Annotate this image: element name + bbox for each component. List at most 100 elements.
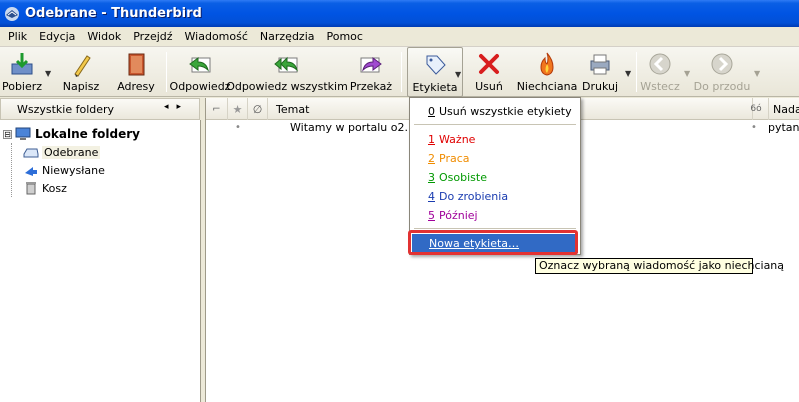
- tag-label: Etykieta: [412, 81, 458, 94]
- read-column-header[interactable]: 6ó: [746, 98, 766, 120]
- sender-column-header[interactable]: Nada: [768, 98, 799, 120]
- junk-label: Niechciana: [516, 80, 578, 93]
- inbox-icon: [23, 148, 39, 158]
- tag-dropdown-icon[interactable]: ▼: [455, 70, 461, 79]
- address-book-label: Adresy: [117, 80, 155, 93]
- menu-item-tag-personal[interactable]: 3 Osobiste: [411, 168, 579, 187]
- message-subject: Witamy w portalu o2.pl: [290, 121, 419, 134]
- menu-message[interactable]: Wiadomość: [179, 30, 254, 43]
- back-dropdown-icon[interactable]: ▼: [684, 69, 690, 78]
- folder-label: Kosz: [42, 181, 67, 195]
- menu-item-accesskey: 5: [428, 209, 435, 222]
- forward-icon: [360, 57, 382, 73]
- printer-icon: [590, 54, 610, 75]
- back-label: Wstecz: [640, 80, 680, 93]
- forward-nav-button[interactable]: Do przodu: [694, 47, 750, 97]
- print-label: Drukuj: [581, 80, 619, 93]
- address-book-icon: [128, 53, 145, 76]
- print-dropdown-icon[interactable]: ▼: [625, 69, 631, 78]
- folder-label: Lokalne foldery: [35, 127, 140, 141]
- reply-label: Odpowiedz: [169, 80, 231, 93]
- star-icon: ★: [232, 102, 243, 116]
- menu-go[interactable]: Przejdź: [127, 30, 178, 43]
- compose-button[interactable]: Napisz: [60, 47, 102, 97]
- folder-trash[interactable]: Kosz: [3, 179, 140, 197]
- subject-column-label: Temat: [276, 102, 310, 116]
- get-mail-button[interactable]: Pobierz: [2, 47, 42, 97]
- menu-item-tag-later[interactable]: 5 Później: [411, 206, 579, 225]
- delete-icon: [479, 54, 499, 74]
- tag-button[interactable]: Etykieta ▼: [407, 47, 463, 97]
- folder-outbox[interactable]: Niewysłane: [3, 161, 140, 179]
- menu-item-label: Osobiste: [439, 171, 487, 184]
- menu-separator: [414, 228, 576, 229]
- thread-column-header[interactable]: ⌐: [206, 98, 228, 120]
- reply-icon: [189, 57, 211, 73]
- forward-button[interactable]: Przekaż: [348, 47, 394, 97]
- menu-item-label: Usuń wszystkie etykiety: [439, 105, 572, 118]
- menu-separator: [414, 124, 576, 125]
- toolbar-separator: [636, 52, 637, 92]
- outbox-icon: [25, 167, 37, 176]
- pencil-icon: [74, 55, 91, 77]
- thread-icon: ⌐: [212, 103, 221, 115]
- tooltip: Oznacz wybraną wiadomość jako niechcianą: [535, 258, 784, 274]
- tag-icon: [426, 55, 446, 75]
- forward-nav-dropdown-icon[interactable]: ▼: [754, 69, 760, 78]
- back-button[interactable]: Wstecz: [640, 47, 680, 97]
- folder-tree: ⊟ Lokalne foldery Odebrane Niewysłane Ko…: [3, 125, 140, 197]
- menu-item-label: Do zrobienia: [439, 190, 509, 203]
- menu-item-label: Praca: [439, 152, 470, 165]
- read-dot-icon: •: [751, 122, 757, 133]
- address-book-button[interactable]: Adresy: [115, 47, 157, 97]
- menu-item-accesskey: 2: [428, 152, 435, 165]
- annotation-highlight-frame: [408, 230, 578, 255]
- menu-edit[interactable]: Edycja: [33, 30, 81, 43]
- toolbar-separator: [401, 52, 402, 92]
- menu-bar: Plik Edycja Widok Przejdź Wiadomość Narz…: [0, 27, 799, 47]
- reply-all-icon: [274, 56, 298, 73]
- main-toolbar: Pobierz ▼ Napisz Adresy Odpowiedz Odpowi…: [0, 47, 799, 97]
- forward-label: Przekaż: [349, 80, 393, 93]
- menu-item-label: Później: [439, 209, 478, 222]
- menu-item-accesskey: 3: [428, 171, 435, 184]
- forward-nav-label: Do przodu: [693, 80, 751, 93]
- reply-button[interactable]: Odpowiedz: [169, 47, 231, 97]
- message-sender: pytani: [768, 121, 799, 134]
- star-column-header[interactable]: ★: [228, 98, 248, 120]
- menu-item-label: Ważne: [439, 133, 476, 146]
- menu-tools[interactable]: Narzędzia: [254, 30, 321, 43]
- get-mail-dropdown-icon[interactable]: ▼: [45, 69, 51, 78]
- menu-file[interactable]: Plik: [2, 30, 33, 43]
- compose-label: Napisz: [62, 80, 100, 93]
- folder-local-folders[interactable]: ⊟ Lokalne foldery: [3, 125, 140, 143]
- folder-pane-header[interactable]: Wszystkie foldery ◂▸: [0, 98, 200, 120]
- reply-all-button[interactable]: Odpowiedz wszystkim: [226, 47, 348, 97]
- delete-button[interactable]: Usuń: [470, 47, 508, 97]
- menu-item-tag-important[interactable]: 1 Ważne: [411, 130, 579, 149]
- folder-inbox[interactable]: Odebrane: [3, 143, 140, 161]
- reply-all-label: Odpowiedz wszystkim: [226, 80, 348, 93]
- folder-label: Odebrane: [42, 145, 101, 159]
- menu-item-remove-all-tags[interactable]: 0 Usuń wszystkie etykiety: [411, 102, 579, 121]
- print-button[interactable]: Drukuj: [580, 47, 620, 97]
- collapse-icon[interactable]: ⊟: [3, 129, 12, 139]
- menu-item-accesskey: 0: [428, 105, 435, 118]
- read-status-icon: 6ó: [750, 104, 762, 114]
- menu-item-tag-todo[interactable]: 4 Do zrobienia: [411, 187, 579, 206]
- folder-label: Niewysłane: [42, 163, 105, 177]
- junk-button[interactable]: Niechciana: [516, 47, 578, 97]
- trash-icon: [26, 182, 36, 195]
- folder-view-nav-arrows[interactable]: ◂▸: [164, 102, 189, 112]
- title-bar[interactable]: Odebrane - Thunderbird: [0, 0, 799, 27]
- get-mail-label: Pobierz: [1, 80, 43, 93]
- sender-column-label: Nada: [773, 102, 799, 116]
- forward-arrow-icon: [711, 53, 733, 75]
- menu-view[interactable]: Widok: [81, 30, 127, 43]
- window-title: Odebrane - Thunderbird: [25, 6, 202, 21]
- menu-item-tag-work[interactable]: 2 Praca: [411, 149, 579, 168]
- attachment-column-header[interactable]: ∅: [248, 98, 268, 120]
- menu-help[interactable]: Pomoc: [321, 30, 369, 43]
- folder-view-label: Wszystkie foldery: [17, 102, 115, 116]
- menu-item-accesskey: 1: [428, 133, 435, 146]
